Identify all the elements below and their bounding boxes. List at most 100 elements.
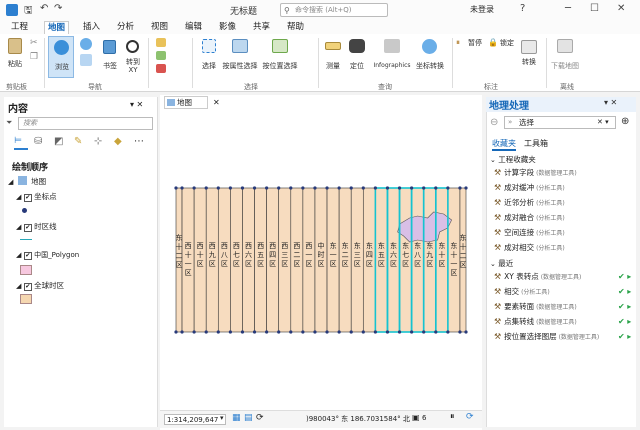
help-icon[interactable]: ? [520, 3, 525, 14]
recent-header[interactable]: ⌄ 最近 [490, 258, 513, 269]
cut-icon[interactable]: ✂ [30, 38, 38, 48]
pane-options-icon[interactable]: ▾ ✕ [130, 100, 143, 109]
measure-button[interactable]: 测量 [322, 36, 344, 78]
coordinate-point[interactable] [373, 330, 377, 334]
coordinate-point[interactable] [397, 186, 402, 190]
layer-map[interactable]: ◢ 地图 [8, 176, 148, 188]
menu-edit[interactable]: 编辑 [182, 21, 205, 34]
tool-item[interactable]: ⚒ 近邻分析 (分析工具) [494, 196, 634, 211]
coordinate-point[interactable] [204, 330, 208, 334]
expand-icon[interactable]: ◢ [16, 251, 21, 259]
tool-item[interactable]: ⚒ XY 表转点 (数据管理工具) ✔ ▸ [494, 270, 634, 285]
coordinate-point[interactable] [385, 186, 390, 190]
bookmarks-button[interactable]: 书签 [98, 36, 122, 78]
coordinate-point[interactable] [192, 186, 196, 190]
tab-toolboxes[interactable]: 工具箱 [524, 138, 548, 149]
basemap-icon[interactable] [156, 51, 166, 60]
convert-button[interactable]: 转换 [518, 40, 540, 78]
coordinate-point[interactable] [434, 186, 438, 190]
coordinate-point[interactable] [192, 330, 196, 334]
coordinate-point[interactable] [180, 330, 184, 334]
project-favorites-header[interactable]: ⌄ 工程收藏夹 [490, 154, 536, 165]
select-button[interactable]: 选择 [198, 36, 220, 78]
coordinate-point[interactable] [325, 330, 329, 334]
pause-labels-button[interactable]: ⏸ 暂停 [456, 38, 490, 48]
globe-icon[interactable] [80, 38, 92, 50]
coordinate-point[interactable] [361, 186, 365, 190]
copy-icon[interactable]: ❐ [30, 52, 38, 62]
layer-china-polygon[interactable]: ◢ ✔ 中国_Polygon [16, 250, 146, 262]
layer-global-timezones[interactable]: ◢ ✔ 全球时区 [16, 280, 146, 292]
coordinate-point[interactable] [337, 186, 341, 190]
menu-imagery[interactable]: 影像 [216, 21, 239, 34]
back-button[interactable]: ⊖ [490, 117, 498, 128]
tool-item[interactable]: ⚒ 空间连接 (分析工具) [494, 226, 634, 241]
download-map-button[interactable]: 下载地图 [550, 36, 580, 78]
coordinate-point[interactable] [240, 186, 245, 190]
tool-item[interactable]: ⚒ 成对融合 (分析工具) [494, 211, 634, 226]
more-icon[interactable]: ⋯ [134, 136, 144, 147]
visibility-checkbox[interactable]: ✔ [23, 224, 32, 232]
menu-help[interactable]: 帮助 [284, 21, 307, 34]
close-icon[interactable]: ✕ [617, 3, 625, 14]
coordinate-point[interactable] [349, 330, 353, 334]
coordinate-point[interactable] [228, 186, 232, 190]
contents-search-input[interactable]: 搜索 [18, 117, 153, 130]
command-search-input[interactable]: ⚲ 命令搜索 (Alt+Q) [280, 3, 388, 17]
tab-favorites[interactable]: 收藏夹 [492, 138, 516, 151]
coordinate-point[interactable] [349, 186, 353, 190]
coordinate-point[interactable] [410, 330, 414, 334]
coordinate-point[interactable] [289, 186, 293, 190]
layer-points[interactable]: ◢ ✔ 坐标点 [16, 191, 146, 203]
select-by-location-button[interactable]: 按位置选择 [262, 36, 298, 78]
collapse-icon[interactable]: ⌄ [490, 156, 496, 164]
coordinate-point[interactable] [174, 186, 178, 190]
coordinate-point[interactable] [422, 186, 426, 190]
full-extent-icon[interactable] [80, 54, 92, 66]
pause-drawing-icon[interactable]: ⏸ [450, 412, 455, 422]
scale-dropdown-icon[interactable]: ▾ [220, 414, 224, 422]
coordinate-point[interactable] [410, 186, 414, 190]
tool-item[interactable]: ⚒ 相交 (分析工具) ✔ ▸ [494, 285, 634, 300]
coordinate-point[interactable] [464, 330, 468, 334]
coordinate-point[interactable] [252, 186, 257, 190]
coordinate-point[interactable] [252, 330, 257, 334]
coordinate-point[interactable] [277, 330, 281, 334]
list-by-editing-icon[interactable]: ✎ [74, 136, 82, 147]
tool-item[interactable]: ⚒ 计算字段 (数据管理工具) [494, 166, 634, 181]
user-status[interactable]: 未登录 [470, 4, 494, 15]
coordinate-point[interactable] [397, 330, 402, 334]
menu-view[interactable]: 视图 [148, 21, 171, 34]
table-icon[interactable]: ▤ [244, 413, 253, 423]
menu-analysis[interactable]: 分析 [114, 21, 137, 34]
timezone-zone[interactable] [459, 187, 467, 333]
coordinate-point[interactable] [325, 186, 329, 190]
redo-icon[interactable]: ↷ [54, 3, 62, 14]
tool-search-input[interactable]: » 选择 ✕ ▾ [504, 116, 616, 129]
clear-search-icon[interactable]: ✕ ▾ [597, 117, 609, 128]
scale-input[interactable]: 1:314,209,647 [164, 414, 226, 425]
add-data-icon[interactable] [156, 38, 166, 47]
point-symbol[interactable] [22, 208, 27, 213]
minimize-icon[interactable]: ─ [565, 3, 571, 14]
coordinate-point[interactable] [240, 330, 245, 334]
filter-icon[interactable]: ⏷ [6, 118, 12, 128]
polygon-symbol-pink[interactable] [20, 265, 32, 275]
coordinate-point[interactable] [228, 330, 232, 334]
coordinate-point[interactable] [434, 330, 438, 334]
rotation-icon[interactable]: ⟳ [256, 413, 264, 423]
coordinate-point[interactable] [289, 330, 293, 334]
close-icon[interactable]: ✕ [213, 97, 220, 108]
locate-button[interactable]: 定位 [346, 36, 368, 78]
maximize-icon[interactable]: ☐ [590, 3, 599, 14]
list-by-source-icon[interactable]: ⛁ [34, 136, 42, 147]
coordinate-point[interactable] [361, 330, 365, 334]
coordinate-point[interactable] [180, 186, 184, 190]
list-by-drawing-order-icon[interactable]: ⊨ [14, 136, 28, 150]
line-symbol[interactable] [20, 239, 32, 240]
coordinate-point[interactable] [446, 186, 450, 190]
coordinate-point[interactable] [265, 186, 269, 190]
infographics-button[interactable]: Infographics [370, 36, 414, 78]
list-by-snapping-icon[interactable]: ⊹ [94, 136, 102, 147]
save-icon[interactable]: 🖫 [24, 3, 33, 20]
